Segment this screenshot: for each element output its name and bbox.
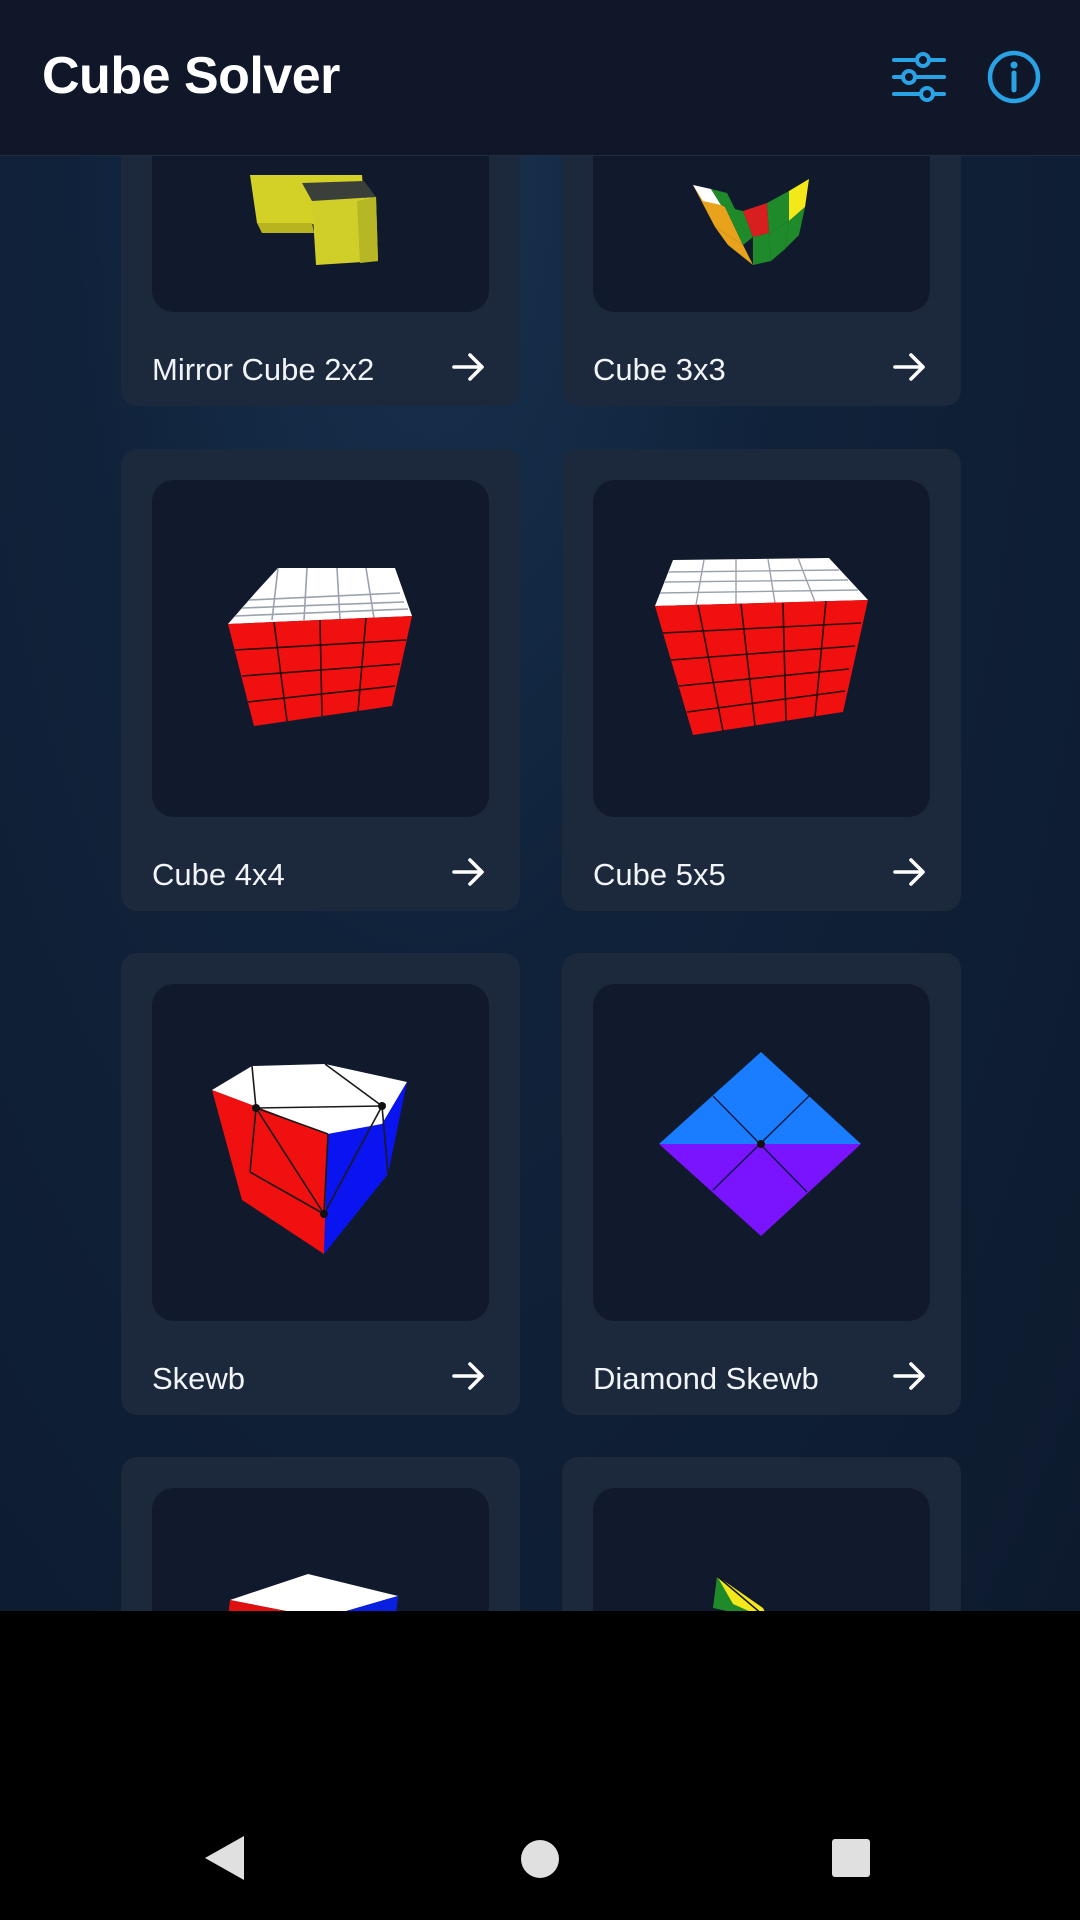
tune-sliders-icon[interactable] [884, 42, 954, 112]
puzzle-image [228, 1574, 398, 1611]
puzzle-thumbnail [152, 984, 489, 1321]
arrow-right-icon[interactable] [891, 853, 929, 891]
puzzle-image [713, 1575, 765, 1611]
puzzle-card-cube-4x4[interactable]: Cube 4x4 [121, 449, 520, 911]
arrow-right-icon[interactable] [891, 348, 929, 386]
puzzle-thumbnail [593, 480, 930, 817]
puzzle-card-cube-5x5[interactable]: Cube 5x5 [562, 449, 961, 911]
puzzle-label: Mirror Cube 2x2 [152, 352, 375, 387]
arrow-right-icon[interactable] [450, 1357, 488, 1395]
puzzle-thumbnail [593, 1488, 930, 1611]
puzzle-thumbnail [152, 1488, 489, 1611]
page-title: Cube Solver [42, 47, 340, 105]
recents-square-icon[interactable] [830, 1837, 872, 1879]
info-circle-icon[interactable] [979, 42, 1049, 112]
puzzle-label: Cube 4x4 [152, 857, 285, 892]
system-nav-bar [0, 1611, 1080, 1920]
diamond-skewb-image [659, 1052, 861, 1236]
puzzle-label: Cube 3x3 [593, 352, 726, 387]
cube-4x4-image [228, 567, 412, 726]
puzzle-grid: Mirror Cube 2x2 Cube 3x3 Cube 4x4 Cube 5… [0, 0, 1080, 1611]
puzzle-thumbnail [152, 480, 489, 817]
puzzle-label: Cube 5x5 [593, 857, 726, 892]
back-triangle-icon[interactable] [202, 1833, 246, 1883]
puzzle-label: Skewb [152, 1361, 246, 1396]
puzzle-card-partial-2[interactable] [562, 1457, 961, 1611]
puzzle-card-partial-1[interactable] [121, 1457, 520, 1611]
app-bar: Cube Solver [0, 0, 1080, 156]
arrow-right-icon[interactable] [450, 348, 488, 386]
skewb-image [212, 1063, 407, 1254]
puzzle-label: Diamond Skewb [593, 1361, 819, 1396]
puzzle-card-diamond-skewb[interactable]: Diamond Skewb [562, 953, 961, 1415]
cube-5x5-image [655, 557, 868, 735]
arrow-right-icon[interactable] [450, 853, 488, 891]
app-screen: Mirror Cube 2x2 Cube 3x3 Cube 4x4 Cube 5… [0, 0, 1080, 1611]
puzzle-thumbnail [593, 984, 930, 1321]
arrow-right-icon[interactable] [891, 1357, 929, 1395]
home-circle-icon[interactable] [518, 1837, 562, 1881]
puzzle-card-skewb[interactable]: Skewb [121, 953, 520, 1415]
